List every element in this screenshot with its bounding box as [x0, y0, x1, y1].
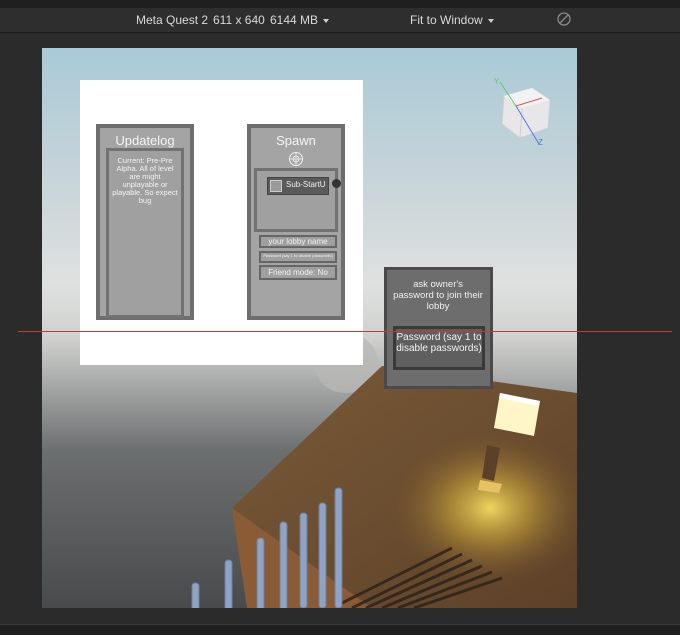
- gear-icon[interactable]: [288, 151, 304, 167]
- resolution-label: 611 x 640: [213, 13, 265, 27]
- spawn-title: Spawn: [276, 133, 316, 148]
- fit-mode-selector[interactable]: Fit to Window: [410, 13, 494, 27]
- join-lobby-message: ask owner's password to join their lobby: [393, 279, 483, 312]
- spawn-password-input[interactable]: Password (say 1 to disable passwords): [259, 251, 337, 263]
- lobby-name-input[interactable]: your lobby name: [259, 235, 337, 248]
- sub-start-button[interactable]: Sub-StartU: [267, 177, 329, 195]
- no-entry-icon[interactable]: [557, 12, 571, 26]
- game-viewport[interactable]: Updatelog Current: Pre-Pre Alpha. All of…: [42, 48, 577, 608]
- updatelog-text: Current: Pre-Pre Alpha. All of level are…: [106, 148, 184, 318]
- join-lobby-dialog: ask owner's password to join their lobby…: [384, 267, 493, 389]
- bottom-scrollbar[interactable]: [0, 624, 680, 635]
- qr-code-icon: [270, 180, 282, 192]
- sub-start-label: Sub-StartU: [286, 180, 326, 189]
- info-board: Updatelog Current: Pre-Pre Alpha. All of…: [80, 80, 363, 365]
- window-top-strip: [0, 0, 680, 8]
- axis-y-label: Y: [494, 77, 500, 86]
- guide-line: [18, 331, 672, 332]
- updatelog-panel: Updatelog Current: Pre-Pre Alpha. All of…: [96, 124, 194, 320]
- axis-z-label: Z: [538, 138, 543, 146]
- lobby-password-input[interactable]: Password (say 1 to disable passwords): [393, 326, 485, 370]
- device-selector[interactable]: Meta Quest 2: [136, 13, 208, 27]
- friend-mode-toggle[interactable]: Friend mode: No: [259, 265, 337, 280]
- memory-label: 6144 MB: [270, 13, 319, 27]
- spawn-panel: Spawn Sub-StartU your lobby name Passwor…: [247, 124, 345, 320]
- toggle-knob[interactable]: [332, 179, 341, 188]
- memory-selector[interactable]: 6144 MB: [270, 13, 330, 27]
- sub-start-frame: Sub-StartU: [254, 168, 341, 232]
- updatelog-title: Updatelog: [115, 133, 175, 148]
- chevron-down-icon: [323, 18, 330, 23]
- emulator-toolbar: Meta Quest 2 611 x 640 6144 MB Fit to Wi…: [0, 8, 680, 33]
- fit-mode-label: Fit to Window: [410, 13, 483, 27]
- chevron-down-icon: [487, 18, 494, 23]
- device-name: Meta Quest 2: [136, 13, 209, 27]
- view-cube[interactable]: Y Z: [494, 76, 558, 146]
